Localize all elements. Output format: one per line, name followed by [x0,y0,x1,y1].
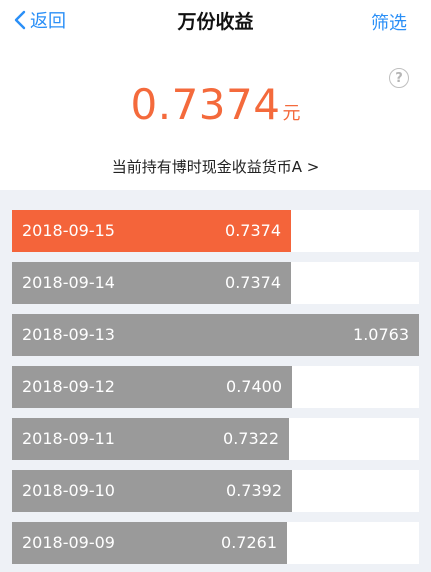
row-date: 2018-09-09 [22,533,115,552]
earnings-row[interactable]: 2018-09-10 0.7392 [12,470,419,512]
row-value: 0.7374 [225,273,281,292]
earnings-row[interactable]: 2018-09-09 0.7261 [12,522,419,564]
row-date: 2018-09-13 [22,325,115,344]
row-date: 2018-09-11 [22,429,115,448]
earnings-unit: 元 [282,103,301,124]
row-value: 1.0763 [353,325,409,344]
earnings-list: 2018-09-15 0.7374 2018-09-14 0.7374 2018-09-… [0,190,431,572]
nav-bar: 返回 万份收益 筛选 [0,0,431,40]
row-date: 2018-09-12 [22,377,115,396]
fund-name-link[interactable]: 当前持有博时现金收益货币A > [0,156,431,177]
row-date: 2018-09-14 [22,273,115,292]
row-value: 0.7261 [221,533,277,552]
filter-button[interactable]: 筛选 [371,9,407,35]
row-date: 2018-09-10 [22,481,115,500]
row-date: 2018-09-15 [22,221,115,240]
page-title: 万份收益 [177,11,254,33]
daily-earnings-value: 0.7374 元 [0,80,431,129]
earnings-row[interactable]: 2018-09-11 0.7322 [12,418,419,460]
earnings-row[interactable]: 2018-09-13 1.0763 [12,314,419,356]
row-value: 0.7392 [226,481,282,500]
earnings-row[interactable]: 2018-09-14 0.7374 [12,262,419,304]
row-value: 0.7374 [225,221,281,240]
row-value: 0.7400 [226,377,282,396]
earnings-row[interactable]: 2018-09-12 0.7400 [12,366,419,408]
earnings-row[interactable]: 2018-09-15 0.7374 [12,210,419,252]
row-value: 0.7322 [223,429,279,448]
earnings-number: 0.7374 [130,80,281,129]
